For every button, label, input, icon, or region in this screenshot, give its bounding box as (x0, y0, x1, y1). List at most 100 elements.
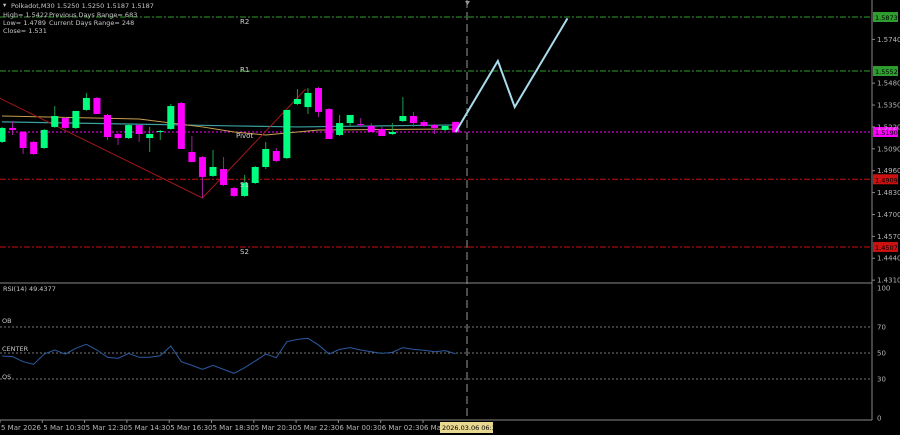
candle-body (251, 167, 259, 183)
time-tick-label: 6 Mar 00:30 (339, 424, 381, 432)
price-tick-label: 1.5480 (877, 80, 900, 88)
candle-body (357, 124, 365, 126)
candle-body (82, 97, 90, 110)
candle-body (40, 129, 48, 148)
time-tick-label: 5 Mar 12:30 (86, 424, 128, 432)
price-tick-label: 1.4830 (877, 189, 900, 197)
candle-body (441, 125, 449, 130)
rsi-tick-label: 30 (877, 376, 886, 384)
candle (230, 187, 238, 197)
time-tick-label: 5 Mar 16:30 (170, 424, 212, 432)
rsi-level-os: OS (2, 373, 11, 381)
candle-body (431, 125, 439, 128)
time-tick-label: 5 Mar 2026 (1, 424, 41, 432)
candle-body (315, 88, 322, 112)
candle-body (378, 128, 386, 137)
pivot-label-r1: R1 (240, 66, 249, 74)
current-time-label: 2026.03.06 06:30 (442, 424, 500, 432)
candle-body (19, 131, 27, 148)
candle (61, 117, 69, 129)
candle-body (262, 148, 270, 167)
candle-body (399, 115, 407, 122)
close-value: Close= 1.531 (3, 27, 47, 35)
candle (283, 109, 291, 160)
pivot-price-label: 1.5873 (875, 14, 898, 22)
candle-body (388, 131, 396, 135)
candle-body (209, 167, 217, 176)
candle-body (325, 109, 333, 140)
pivot-price-label: 1.4909 (875, 176, 898, 184)
candle-body (9, 127, 17, 130)
candle-body (104, 114, 111, 138)
candle-body (114, 134, 122, 139)
price-tick-label: 1.4960 (877, 167, 900, 175)
candle-body (156, 130, 164, 132)
price-tick-label: 1.5090 (877, 145, 900, 153)
previous-days-range: Previous Days Range= 683 (49, 11, 137, 19)
price-tick-label: 1.5350 (877, 102, 900, 110)
candle (0, 126, 6, 143)
time-tick-label: 5 Mar 10:30 (43, 424, 85, 432)
candle-body (188, 152, 196, 162)
candle (40, 128, 48, 149)
rsi-tick-label: 50 (877, 350, 886, 358)
rsi-level-center: CENTER (2, 345, 29, 353)
candle-body (293, 98, 301, 105)
candle (167, 104, 175, 130)
candle-body (61, 118, 69, 128)
price-tick-label: 1.4570 (877, 233, 900, 241)
candle (30, 140, 38, 156)
candle-body (135, 125, 143, 135)
pivot-label-s1: S1 (240, 181, 249, 189)
candle (177, 102, 185, 149)
price-tick-label: 1.5220 (877, 123, 900, 131)
candle (125, 124, 133, 140)
candle (251, 165, 259, 185)
rsi-tick-label: 100 (877, 285, 890, 293)
candle (104, 113, 111, 141)
pivot-label-s2: S2 (240, 248, 249, 256)
candle-body (198, 157, 206, 177)
candle-body (283, 109, 291, 159)
high-value: High= 1.5422 (3, 11, 48, 19)
candle-body (125, 125, 133, 139)
candle-body (272, 151, 280, 161)
price-tick-label: 1.5740 (877, 36, 900, 44)
rsi-title: RSI(14) 49.4377 (3, 285, 56, 293)
price-tick-label: 1.4700 (877, 211, 900, 219)
candle-body (409, 115, 417, 124)
candle-body (220, 169, 228, 186)
candle-body (346, 114, 354, 124)
pivot-label-pivot: Pivot (236, 132, 253, 140)
candle-body (230, 188, 238, 196)
time-tick-label: 5 Mar 20:30 (255, 424, 297, 432)
candle-body (336, 123, 344, 136)
candle-body (367, 125, 375, 132)
time-tick-label: 5 Mar 22:30 (297, 424, 339, 432)
candle-body (72, 110, 80, 128)
candle (72, 110, 80, 129)
rsi-level-ob: OB (2, 317, 12, 325)
rsi-tick-label: 70 (877, 324, 886, 332)
pivot-price-label: 1.5552 (875, 68, 898, 76)
candle-body (30, 141, 38, 155)
current-days-range: Current Days Range= 248 (49, 19, 134, 27)
candle (93, 96, 101, 114)
low-value: Low= 1.4789 (3, 19, 46, 27)
candle-body (420, 122, 428, 126)
candle (325, 108, 333, 140)
pivot-label-r2: R2 (240, 18, 249, 26)
candle-body (0, 127, 6, 142)
symbol-header: Polkadot,M30 1.5250 1.5250 1.5187 1.5187 (11, 2, 154, 10)
trading-chart[interactable]: 1.58731.55521.51901.49091.45071.57401.54… (0, 0, 900, 435)
time-tick-label: 6 Mar 02:30 (382, 424, 424, 432)
candle-body (93, 97, 101, 114)
price-tick-label: 1.4310 (877, 277, 900, 285)
candle-body (177, 103, 185, 149)
price-tick-label: 1.4440 (877, 255, 900, 263)
pivot-price-label: 1.4507 (875, 244, 898, 252)
rsi-tick-label: 0 (877, 415, 881, 423)
time-tick-label: 5 Mar 14:30 (128, 424, 170, 432)
candle-body (304, 92, 312, 108)
time-tick-label: 5 Mar 18:30 (213, 424, 255, 432)
